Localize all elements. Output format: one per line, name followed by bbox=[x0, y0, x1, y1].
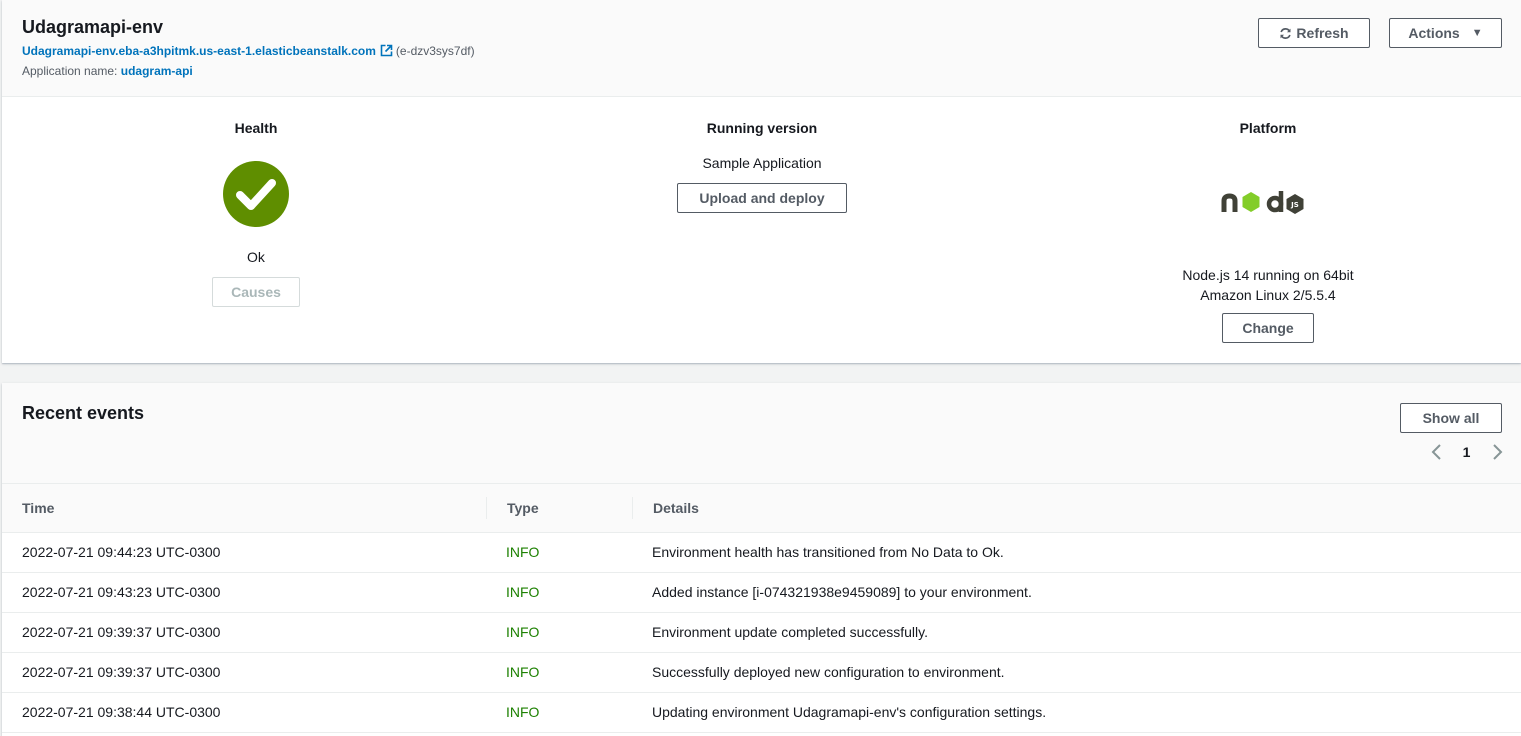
environment-overview-panel: Udagramapi-env Udagramapi-env.eba-a3hpit… bbox=[2, 0, 1521, 363]
table-row: 2022-07-21 09:43:23 UTC-0300 INFO Added … bbox=[2, 573, 1521, 613]
environment-header: Udagramapi-env Udagramapi-env.eba-a3hpit… bbox=[2, 0, 1521, 97]
event-details: Environment health has transitioned from… bbox=[652, 544, 1004, 560]
event-details: Successfully deployed new configuration … bbox=[652, 664, 1005, 680]
event-time: 2022-07-21 09:38:44 UTC-0300 bbox=[22, 704, 221, 720]
change-platform-button[interactable]: Change bbox=[1222, 313, 1314, 343]
environment-url-link[interactable]: Udagramapi-env.eba-a3hpitmk.us-east-1.el… bbox=[22, 44, 376, 58]
environment-url-line: Udagramapi-env.eba-a3hpitmk.us-east-1.el… bbox=[22, 44, 475, 60]
event-time: 2022-07-21 09:39:37 UTC-0300 bbox=[22, 664, 221, 680]
svg-text:JS: JS bbox=[1290, 201, 1299, 209]
refresh-icon bbox=[1279, 27, 1292, 40]
refresh-button[interactable]: Refresh bbox=[1258, 18, 1370, 48]
table-row: 2022-07-21 09:38:44 UTC-0300 INFO Updati… bbox=[2, 693, 1521, 733]
upload-and-deploy-button[interactable]: Upload and deploy bbox=[677, 183, 847, 213]
event-type: INFO bbox=[506, 624, 540, 640]
recent-events-panel: Recent events Show all 1 Time Type Detai… bbox=[2, 383, 1521, 736]
event-details: Environment update completed successfull… bbox=[652, 624, 928, 640]
application-name-label: Application name: bbox=[22, 64, 118, 78]
nodejs-logo-icon: JS bbox=[1220, 184, 1316, 221]
event-details: Added instance [i-074321938e9459089] to … bbox=[652, 584, 1032, 600]
actions-button-label: Actions bbox=[1408, 25, 1460, 41]
show-all-button[interactable]: Show all bbox=[1400, 403, 1502, 433]
recent-events-title: Recent events bbox=[22, 403, 145, 423]
platform-line-1: Node.js 14 running on 64bit bbox=[1182, 267, 1354, 283]
platform-description: Node.js 14 running on 64bit Amazon Linux… bbox=[1118, 265, 1418, 305]
chevron-left-icon[interactable] bbox=[1430, 443, 1444, 464]
recent-events-header: Recent events Show all 1 bbox=[2, 383, 1521, 484]
caret-down-icon: ▼ bbox=[1471, 27, 1483, 39]
event-time: 2022-07-21 09:44:23 UTC-0300 bbox=[22, 544, 221, 560]
column-header-time[interactable]: Time bbox=[22, 484, 54, 532]
external-link-icon[interactable] bbox=[380, 44, 393, 60]
event-details: Updating environment Udagramapi-env's co… bbox=[652, 704, 1047, 720]
application-name-line: Application name: udagram-api bbox=[22, 64, 193, 78]
column-header-details[interactable]: Details bbox=[653, 484, 699, 532]
refresh-button-label: Refresh bbox=[1296, 25, 1349, 41]
causes-button[interactable]: Causes bbox=[212, 277, 300, 307]
event-type: INFO bbox=[506, 664, 540, 680]
running-version-title: Running version bbox=[706, 120, 818, 136]
environment-id: (e-dzv3sys7df) bbox=[395, 44, 475, 58]
event-type: INFO bbox=[506, 544, 540, 560]
health-ok-check-icon bbox=[223, 161, 289, 230]
actions-dropdown-button[interactable]: Actions ▼ bbox=[1389, 18, 1502, 48]
platform-title: Platform bbox=[1239, 120, 1297, 136]
column-header-type[interactable]: Type bbox=[507, 484, 539, 532]
health-status-text: Ok bbox=[247, 249, 265, 265]
pagination-current-page[interactable]: 1 bbox=[1459, 444, 1474, 460]
table-row: 2022-07-21 09:44:23 UTC-0300 INFO Enviro… bbox=[2, 533, 1521, 573]
running-version-value: Sample Application bbox=[702, 155, 822, 171]
column-resizer[interactable] bbox=[632, 497, 633, 519]
event-type: INFO bbox=[506, 704, 540, 720]
event-type: INFO bbox=[506, 584, 540, 600]
environment-title: Udagramapi-env bbox=[22, 17, 164, 37]
event-time: 2022-07-21 09:39:37 UTC-0300 bbox=[22, 624, 221, 640]
event-time: 2022-07-21 09:43:23 UTC-0300 bbox=[22, 584, 221, 600]
application-name-link[interactable]: udagram-api bbox=[121, 64, 193, 78]
column-resizer[interactable] bbox=[486, 497, 487, 519]
table-row: 2022-07-21 09:39:37 UTC-0300 INFO Succes… bbox=[2, 653, 1521, 693]
table-row: 2022-07-21 09:39:37 UTC-0300 INFO Enviro… bbox=[2, 613, 1521, 653]
chevron-right-icon[interactable] bbox=[1490, 443, 1504, 464]
events-table-header: Time Type Details bbox=[2, 484, 1521, 533]
platform-line-2: Amazon Linux 2/5.5.4 bbox=[1200, 287, 1336, 303]
health-title: Health bbox=[234, 120, 278, 136]
